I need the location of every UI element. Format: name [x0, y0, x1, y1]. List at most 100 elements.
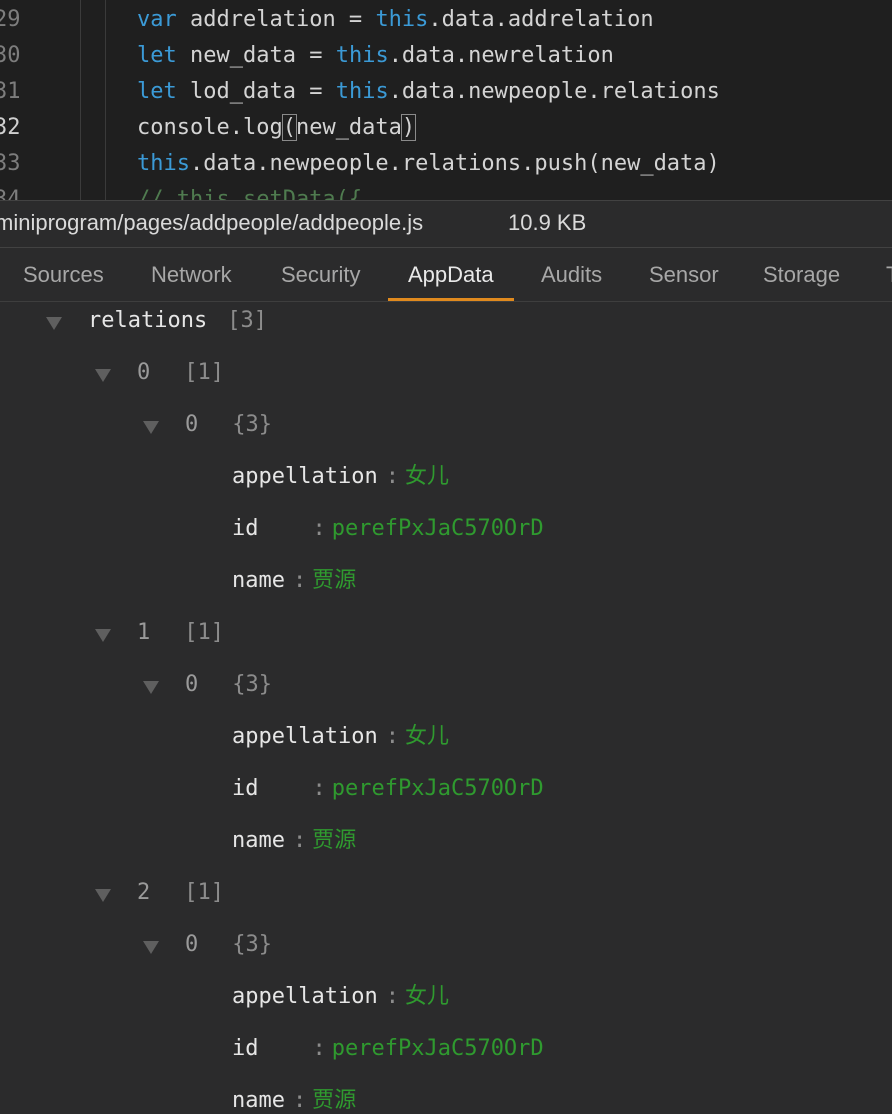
field-separator: : [312, 1036, 326, 1061]
tree-field[interactable]: name: 贾源 [232, 1085, 356, 1114]
tree-field[interactable]: id: perefPxJaC570OrD [232, 513, 544, 545]
appdata-tree: relations [3] 0 [1] 0 {3} appellation: 女儿 id: per… [0, 302, 892, 1114]
field-key: appellation [232, 724, 378, 749]
expand-triangle-icon[interactable] [95, 369, 111, 382]
tree-node-item[interactable]: 0 [1] [95, 357, 224, 389]
tree-count: [1] [184, 880, 224, 905]
tree-node-object[interactable]: 0 {3} [143, 929, 272, 961]
expand-triangle-icon[interactable] [143, 421, 159, 434]
tab-network[interactable]: Network [131, 248, 252, 301]
tree-node-object[interactable]: 0 {3} [143, 669, 272, 701]
field-separator: : [385, 464, 399, 489]
tree-count: {3} [232, 412, 272, 437]
code-token: console.log [137, 115, 283, 140]
tree-count: {3} [232, 672, 272, 697]
tab-storage[interactable]: Storage [743, 248, 860, 301]
tree-count: [3] [227, 308, 267, 333]
code-token: new_data = [176, 43, 336, 68]
code-text: // this.setData({ [137, 182, 362, 200]
code-token: // this.setData({ [137, 187, 363, 200]
field-key: appellation [232, 464, 378, 489]
field-value: 贾源 [312, 1088, 357, 1113]
code-token: this [375, 7, 429, 32]
field-separator: : [312, 776, 326, 801]
code-line[interactable]: 31 let lod_data = this.data.newpeople.rel… [0, 74, 892, 110]
line-number: 34 [0, 187, 21, 200]
code-line[interactable]: 33 this.data.newpeople.relations.push(new… [0, 146, 892, 182]
code-line[interactable]: 34 // this.setData({ [0, 182, 892, 200]
code-token: .data.newpeople.relations [388, 79, 720, 104]
field-separator: : [292, 828, 307, 853]
field-value: 女儿 [404, 464, 449, 489]
tree-count: [1] [184, 620, 224, 645]
field-value: perefPxJaC570OrD [331, 776, 544, 801]
tree-node-item[interactable]: 2 [1] [95, 877, 224, 909]
expand-triangle-icon[interactable] [143, 681, 159, 694]
tree-field[interactable]: name: 贾源 [232, 825, 356, 857]
code-text: console.log(new_data) [137, 110, 417, 146]
code-token: let [137, 43, 177, 68]
line-number: 31 [0, 79, 21, 104]
tab-security[interactable]: Security [261, 248, 380, 301]
code-token: .data.newrelation [388, 43, 614, 68]
field-key: name [232, 568, 285, 593]
field-key: name [232, 828, 285, 853]
code-text: let new_data = this.data.newrelation [137, 38, 614, 74]
tree-index: 0 [185, 672, 199, 697]
line-number: 29 [0, 7, 21, 32]
code-line[interactable]: 29 var addrelation = this.data.addrelatio… [0, 2, 892, 38]
field-separator: : [385, 724, 399, 749]
tab-t[interactable]: T [866, 248, 892, 301]
field-separator: : [312, 516, 326, 541]
field-key: name [232, 1088, 285, 1113]
code-editor[interactable]: 29 var addrelation = this.data.addrelatio… [0, 0, 892, 200]
line-number: 32 [0, 115, 21, 140]
expand-triangle-icon[interactable] [95, 629, 111, 642]
field-value: perefPxJaC570OrD [331, 1036, 544, 1061]
field-value: 贾源 [312, 828, 357, 853]
code-token: .data.newpeople.relations.push(new_data) [189, 151, 720, 176]
tree-field[interactable]: id: perefPxJaC570OrD [232, 773, 544, 805]
tree-field[interactable]: appellation: 女儿 [232, 461, 449, 493]
code-line[interactable]: 30 let new_data = this.data.newrelation [0, 38, 892, 74]
code-token: this [335, 79, 389, 104]
field-separator: : [292, 568, 307, 593]
tree-node-item[interactable]: 1 [1] [95, 617, 224, 649]
file-info-bar: miniprogram/pages/addpeople/addpeople.js… [0, 200, 892, 248]
code-text: let lod_data = this.data.newpeople.relat… [137, 74, 720, 110]
field-separator: : [292, 1088, 307, 1113]
code-token: .data.addrelation [428, 7, 654, 32]
tree-field[interactable]: appellation: 女儿 [232, 981, 449, 1013]
tree-field[interactable]: appellation: 女儿 [232, 721, 449, 753]
tree-count: [1] [184, 360, 224, 385]
tree-node-object[interactable]: 0 {3} [143, 409, 272, 441]
tree-field[interactable]: id: perefPxJaC570OrD [232, 1033, 544, 1065]
tab-sources[interactable]: Sources [3, 248, 124, 301]
file-size: 10.9 KB [508, 210, 587, 235]
field-value: 女儿 [404, 724, 449, 749]
tree-index: 2 [137, 880, 151, 905]
code-token: new_data [295, 115, 402, 140]
field-key: id [232, 516, 259, 541]
field-key: id [232, 1036, 259, 1061]
code-line[interactable]: 32 console.log(new_data) [0, 110, 892, 146]
expand-triangle-icon[interactable] [46, 317, 62, 330]
expand-triangle-icon[interactable] [143, 941, 159, 954]
tab-audits[interactable]: Audits [521, 248, 622, 301]
tree-index: 1 [137, 620, 151, 645]
tree-index: 0 [137, 360, 151, 385]
tab-sensor[interactable]: Sensor [629, 248, 739, 301]
file-path[interactable]: miniprogram/pages/addpeople/addpeople.js [0, 210, 423, 236]
code-token: lod_data = [176, 79, 336, 104]
tree-node-relations[interactable]: relations [3] [46, 305, 267, 337]
code-token: var [137, 7, 177, 32]
expand-triangle-icon[interactable] [95, 889, 111, 902]
code-token: this [137, 151, 190, 176]
code-token: ( [281, 114, 297, 141]
tree-key: relations [88, 308, 208, 333]
code-token: let [137, 79, 177, 104]
field-key: appellation [232, 984, 378, 1009]
tab-appdata[interactable]: AppData [388, 248, 514, 301]
code-token: ) [400, 114, 417, 141]
tree-field[interactable]: name: 贾源 [232, 565, 356, 597]
